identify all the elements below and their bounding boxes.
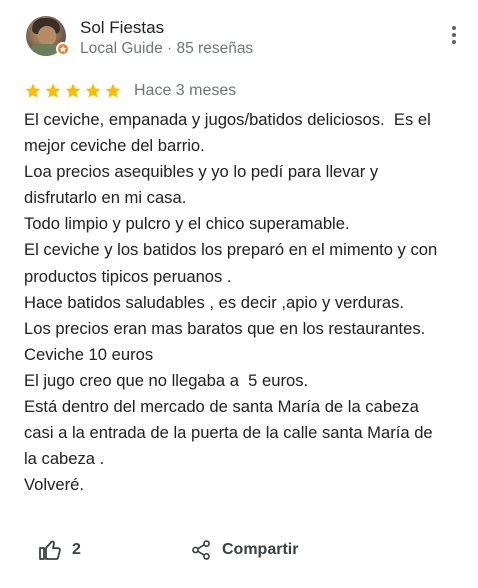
dot xyxy=(452,26,456,30)
review-line: Está dentro del mercado de santa María d… xyxy=(24,397,419,417)
star-rating xyxy=(24,82,122,100)
review-line: Ceviche 10 euros xyxy=(24,344,154,364)
reviewer-meta: Local Guide · 85 reseñas xyxy=(80,40,254,57)
review-line: mejor ceviche del barrio. xyxy=(24,136,205,156)
review-line: Loa precios asequibles y yo lo pedí para… xyxy=(24,162,379,182)
dot xyxy=(452,33,456,37)
star-icon xyxy=(85,83,101,98)
reviewer-name[interactable]: Sol Fiestas xyxy=(80,18,164,38)
review-line: la cabeza . xyxy=(24,449,105,469)
review-line: productos tipicos peruanos . xyxy=(24,266,232,286)
like-button[interactable]: 2 xyxy=(38,536,81,564)
more-options-icon[interactable] xyxy=(442,22,466,48)
review-time: Hace 3 meses xyxy=(134,82,237,99)
review-text: El ceviche, empanada y jugos/batidos del… xyxy=(24,107,472,498)
star-icon xyxy=(45,83,61,98)
share-button[interactable]: Compartir xyxy=(190,536,298,564)
share-label: Compartir xyxy=(222,541,299,558)
review-header: Sol Fiestas Local Guide · 85 reseñas xyxy=(24,16,466,60)
review-line: Los precios eran mas baratos que en los … xyxy=(24,318,426,338)
review-line: disfrutarlo en mi casa. xyxy=(24,188,187,208)
review-actions: 2 Compartir xyxy=(38,536,338,564)
star-icon xyxy=(25,83,41,98)
review-line: Todo limpio y pulcro y el chico superama… xyxy=(24,214,350,234)
star-icon xyxy=(65,83,81,98)
avatar-face xyxy=(38,26,56,46)
review-line: El ceviche y los batidos los preparó en … xyxy=(24,240,438,260)
rating-row: Hace 3 meses xyxy=(24,80,236,102)
review-line: casi a la entrada de la puerta de la cal… xyxy=(24,423,433,443)
local-guide-badge-icon xyxy=(56,42,70,56)
review-line: Hace batidos saludables , es decir ,apio… xyxy=(24,292,405,312)
share-icon xyxy=(192,540,210,560)
review-line: El jugo creo que no llegaba a 5 euros. xyxy=(24,370,309,390)
star-icon xyxy=(105,83,121,98)
like-count: 2 xyxy=(72,541,81,558)
review-line: El ceviche, empanada y jugos/batidos del… xyxy=(24,110,431,129)
review-line: Volveré. xyxy=(24,475,84,495)
thumb-up-icon xyxy=(39,540,61,560)
dot xyxy=(452,40,456,44)
